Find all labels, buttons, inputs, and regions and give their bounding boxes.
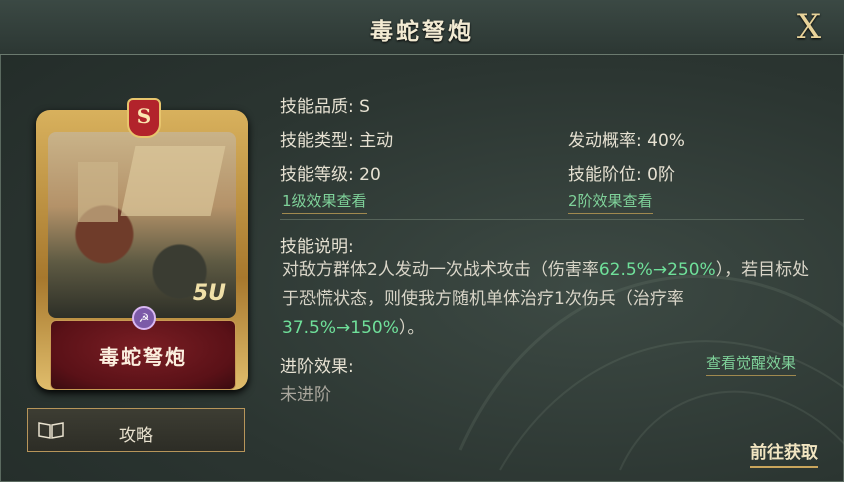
guide-button-label: 攻略 (119, 426, 153, 446)
awaken-effect-link[interactable]: 查看觉醒效果 (706, 352, 797, 376)
card-frame: 5U 毒蛇弩炮 ☭ (36, 110, 248, 390)
skill-quality: 技能品质: S (280, 97, 370, 117)
rank-badge: S (127, 98, 161, 138)
artwork-sail (120, 146, 226, 216)
dialog-header: 毒蛇弩炮 X (0, 0, 844, 55)
dialog-title: 毒蛇弩炮 (370, 19, 474, 45)
close-button[interactable]: X (790, 8, 828, 46)
faction-emblem-icon: ☭ (132, 306, 156, 330)
description-title: 技能说明: (280, 237, 354, 257)
skill-card: 5U 毒蛇弩炮 ☭ S (36, 98, 248, 390)
skill-tier: 技能阶位: 0阶 (568, 165, 675, 185)
tier2-effect-link[interactable]: 2阶效果查看 (568, 190, 653, 214)
card-name: 毒蛇弩炮 (99, 345, 187, 369)
card-level-mark: 5U (192, 281, 226, 306)
trigger-rate: 发动概率: 40% (568, 131, 685, 151)
description-text: ）。 (398, 318, 425, 338)
heal-rate-highlight: 37.5%→150% (282, 318, 399, 338)
skill-type: 技能类型: 主动 (280, 131, 394, 151)
damage-rate-highlight: 62.5%→250% (598, 260, 716, 280)
skill-level: 技能等级: 20 (280, 165, 381, 185)
advance-title: 进阶效果: (280, 357, 354, 377)
divider (280, 219, 804, 220)
artwork-sail (78, 162, 118, 222)
goto-acquire-button[interactable]: 前往获取 (750, 438, 818, 468)
description-text: 对敌方群体2人发动一次战术攻击（伤害率 (282, 260, 599, 280)
level1-effect-link[interactable]: 1级效果查看 (282, 190, 367, 214)
card-artwork: 5U (48, 132, 236, 318)
guide-button[interactable]: 攻略 (27, 408, 245, 452)
skill-description: 对敌方群体2人发动一次战术攻击（伤害率62.5%→250%），若目标处于恐慌状态… (282, 256, 812, 343)
advance-value: 未进阶 (280, 385, 331, 405)
card-name-plate: 毒蛇弩炮 (50, 320, 236, 390)
